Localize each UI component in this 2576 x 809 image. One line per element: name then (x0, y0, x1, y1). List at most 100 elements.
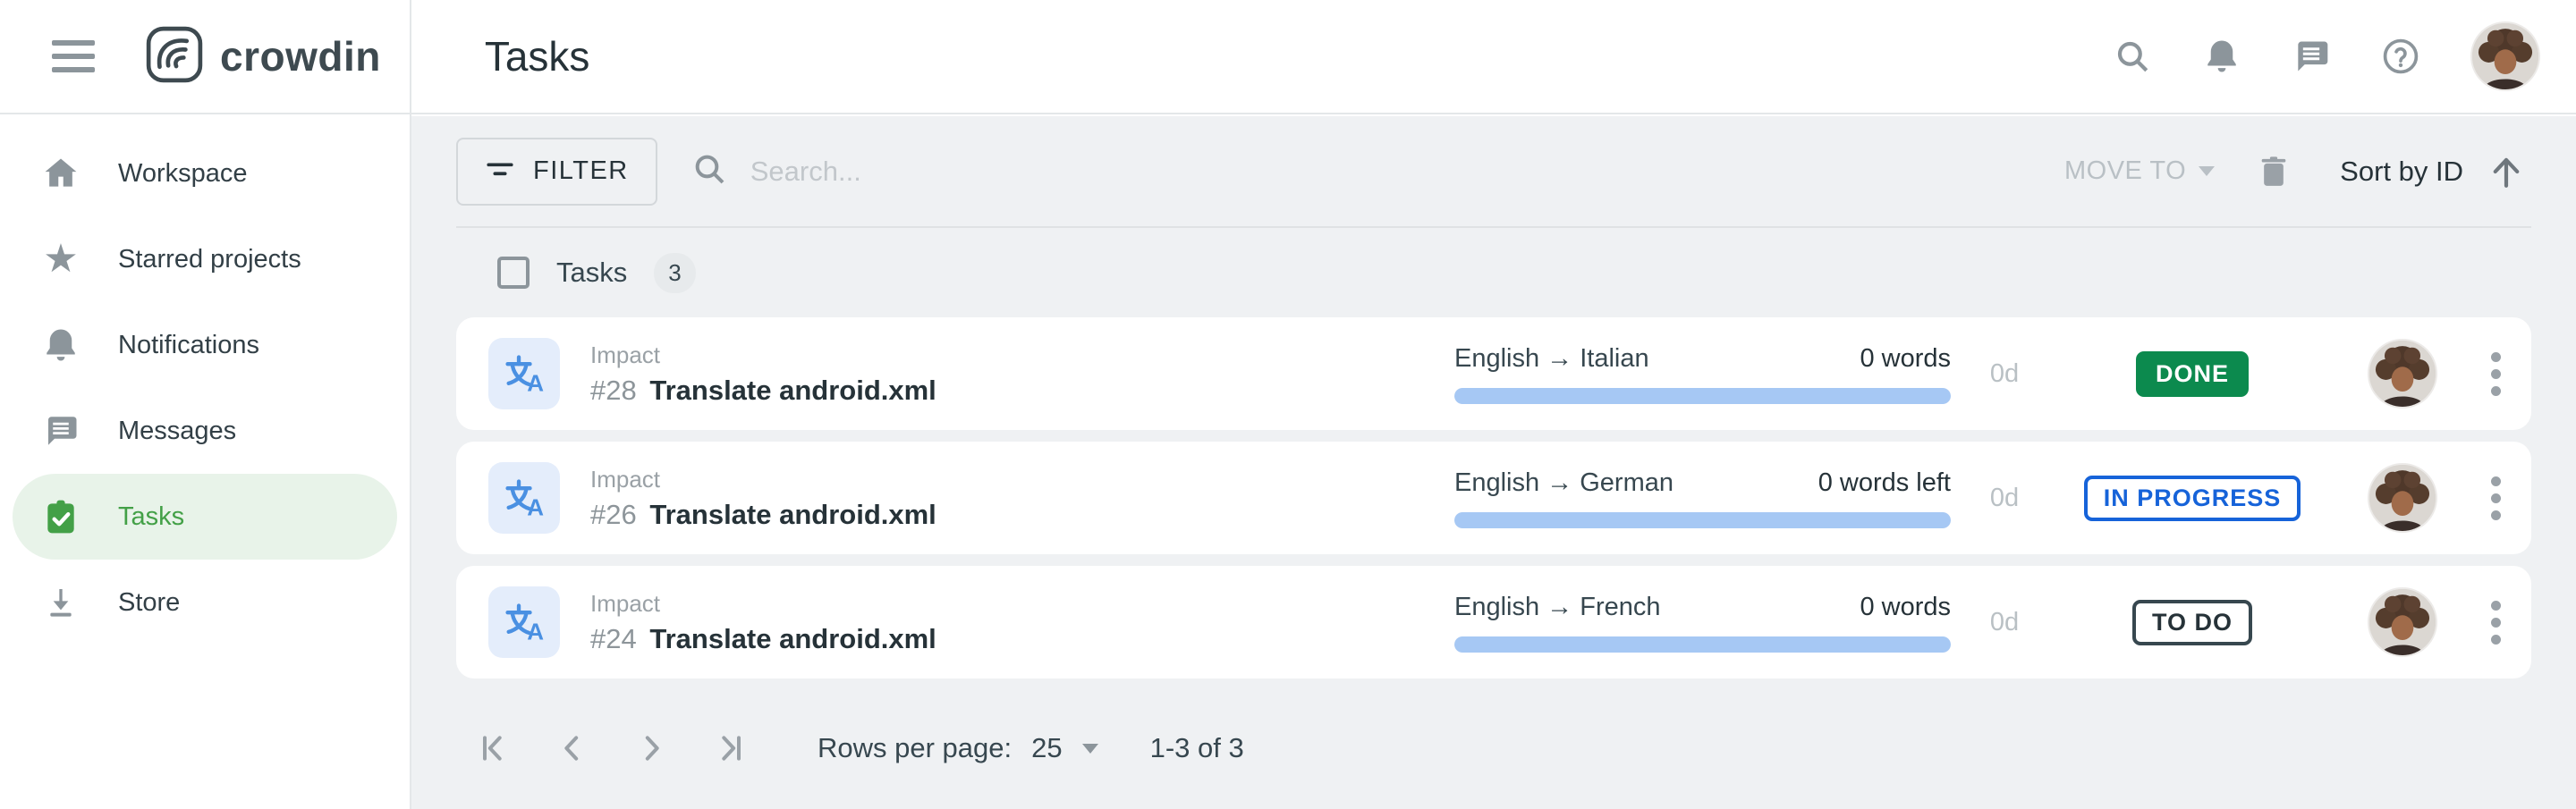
crowdin-logo-icon (145, 25, 204, 88)
sidebar-item-label: Store (118, 588, 180, 618)
language-progress: English → French 0 words (1454, 593, 1951, 653)
project-name: Impact (590, 341, 936, 369)
next-page-icon[interactable] (626, 723, 676, 773)
sidebar-item-store[interactable]: Store (13, 560, 397, 645)
delete-icon[interactable] (2254, 152, 2293, 191)
top-bar: crowdin Tasks (0, 0, 2576, 114)
task-row[interactable]: A Impact #26 Translate android.xml Engli… (456, 442, 2531, 554)
row-menu-icon[interactable] (2486, 595, 2506, 650)
crowdin-app: crowdin Tasks (0, 0, 2576, 809)
page-title: Tasks (485, 32, 590, 80)
task-info: A Impact #24 Translate android.xml (488, 586, 1454, 658)
sidebar-item-notifications[interactable]: Notifications (13, 302, 397, 388)
task-info: A Impact #28 Translate android.xml (488, 338, 1454, 409)
prev-page-icon[interactable] (547, 723, 597, 773)
notifications-icon[interactable] (2202, 37, 2241, 76)
words-count: 0 words (1860, 593, 1951, 622)
rows-per-page-select[interactable]: 25 (1031, 732, 1097, 764)
words-count: 0 words (1860, 344, 1951, 374)
brand-name: crowdin (220, 32, 381, 80)
task-id: #24 (590, 623, 637, 654)
due-in: 0d (1951, 608, 2058, 637)
due-in: 0d (1951, 484, 2058, 513)
search-icon (691, 151, 727, 191)
tasks-count-badge: 3 (654, 253, 695, 293)
search-field (691, 151, 2064, 191)
sidebar: Workspace ★ Starred projects Notificatio… (0, 116, 410, 809)
assignee-avatar[interactable] (2368, 339, 2437, 409)
task-info: A Impact #26 Translate android.xml (488, 462, 1454, 534)
menu-icon[interactable] (52, 40, 95, 72)
user-avatar[interactable] (2470, 21, 2540, 91)
first-page-icon[interactable] (469, 723, 519, 773)
tasks-toolbar: FILTER MOVE TO Sort by ID (456, 116, 2531, 228)
svg-text:A: A (527, 370, 544, 397)
project-name: Impact (590, 590, 936, 618)
sidebar-item-label: Messages (118, 417, 236, 446)
search-icon[interactable] (2113, 37, 2152, 76)
task-title[interactable]: Translate android.xml (649, 623, 936, 654)
topbar-actions (2113, 21, 2540, 91)
search-input[interactable] (750, 156, 1287, 188)
translate-icon: A (488, 338, 560, 409)
sidebar-item-tasks[interactable]: Tasks (13, 474, 397, 560)
bell-icon (41, 325, 80, 365)
home-icon (41, 154, 80, 193)
status-badge: IN PROGRESS (2084, 476, 2301, 521)
tasks-icon (41, 497, 80, 536)
task-id: #28 (590, 375, 637, 406)
select-all-checkbox[interactable] (497, 257, 530, 289)
help-icon[interactable] (2381, 37, 2420, 76)
row-menu-icon[interactable] (2486, 471, 2506, 526)
translate-icon: A (488, 586, 560, 658)
sidebar-item-starred-projects[interactable]: ★ Starred projects (13, 216, 397, 302)
progress-bar (1454, 388, 1951, 404)
filter-button-label: FILTER (533, 156, 629, 186)
task-title[interactable]: Translate android.xml (649, 499, 936, 530)
crowdin-logo[interactable]: crowdin (145, 25, 381, 88)
sort-by-button[interactable]: Sort by ID (2340, 156, 2463, 188)
language-progress: English → German 0 words left (1454, 468, 1951, 528)
chevron-down-icon (2199, 166, 2215, 176)
translate-icon: A (488, 462, 560, 534)
progress-bar (1454, 636, 1951, 653)
star-icon: ★ (41, 240, 80, 279)
task-id: #26 (590, 499, 637, 530)
messages-icon[interactable] (2292, 37, 2331, 76)
language-pair: English → French (1454, 593, 1661, 622)
filter-button[interactable]: FILTER (456, 138, 657, 206)
chevron-down-icon (1082, 744, 1098, 754)
sort-direction-icon[interactable] (2487, 152, 2526, 191)
svg-text:A: A (527, 494, 544, 521)
assignee-avatar[interactable] (2368, 463, 2437, 533)
sidebar-item-label: Starred projects (118, 245, 301, 274)
main-content: FILTER MOVE TO Sort by ID (411, 116, 2576, 809)
task-row[interactable]: A Impact #24 Translate android.xml Engli… (456, 566, 2531, 678)
sidebar-item-label: Notifications (118, 331, 259, 360)
sidebar-item-workspace[interactable]: Workspace (13, 131, 397, 216)
sidebar-item-messages[interactable]: Messages (13, 388, 397, 474)
list-title: Tasks (556, 257, 627, 289)
language-pair: English → Italian (1454, 344, 1649, 374)
task-row[interactable]: A Impact #28 Translate android.xml Engli… (456, 317, 2531, 430)
status-badge: DONE (2136, 351, 2249, 397)
status-badge: TO DO (2132, 600, 2252, 645)
filter-icon (485, 156, 515, 186)
rows-per-page-value: 25 (1031, 732, 1062, 764)
move-to-dropdown[interactable]: MOVE TO (2064, 156, 2215, 186)
svg-text:A: A (527, 619, 544, 645)
tasks-list-header: Tasks 3 (456, 228, 2531, 317)
words-count: 0 words left (1818, 468, 1951, 498)
sidebar-item-label: Tasks (118, 502, 184, 532)
language-progress: English → Italian 0 words (1454, 344, 1951, 404)
row-menu-icon[interactable] (2486, 347, 2506, 401)
assignee-avatar[interactable] (2368, 587, 2437, 657)
pagination: Rows per page: 25 1-3 of 3 (456, 723, 2531, 773)
task-title[interactable]: Translate android.xml (649, 375, 936, 406)
rows-per-page-label: Rows per page: (818, 732, 1012, 764)
language-pair: English → German (1454, 468, 1674, 498)
sidebar-item-label: Workspace (118, 159, 248, 189)
last-page-icon[interactable] (705, 723, 755, 773)
store-icon (41, 583, 80, 622)
due-in: 0d (1951, 359, 2058, 389)
